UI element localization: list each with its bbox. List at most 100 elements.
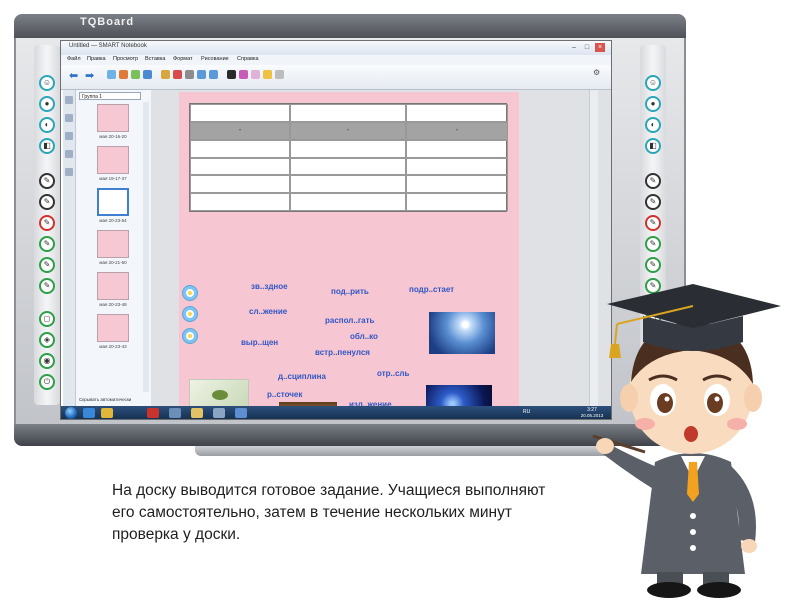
page-sorter-tab-icon[interactable]	[65, 96, 73, 104]
board-tool-icon[interactable]: ✎	[645, 173, 661, 189]
menu-help[interactable]: Справка	[237, 56, 259, 62]
pen-icon[interactable]: ✎	[39, 236, 55, 252]
pen-icon[interactable]: ✎	[645, 215, 661, 231]
word-item[interactable]: распол..гать	[325, 316, 374, 325]
board-tool-icon[interactable]: ◧	[39, 138, 55, 154]
paste-icon[interactable]	[161, 70, 170, 79]
page-thumbnail[interactable]	[97, 230, 129, 258]
table-cell[interactable]	[406, 157, 508, 176]
table-cell[interactable]	[406, 139, 508, 158]
screen-shade-icon[interactable]	[185, 70, 194, 79]
start-button-icon[interactable]	[65, 407, 77, 419]
word-item[interactable]: выр..щен	[241, 338, 278, 347]
pen-icon[interactable]: ✎	[39, 257, 55, 273]
table-header-cell[interactable]: •	[190, 121, 290, 140]
sorter-scrollbar[interactable]	[143, 102, 149, 392]
page-thumbnail-selected[interactable]	[97, 188, 129, 216]
board-tool-icon[interactable]: ◈	[39, 332, 55, 348]
delete-page-icon[interactable]	[119, 70, 128, 79]
board-tool-icon[interactable]: ✎	[39, 194, 55, 210]
page-thumbnail[interactable]	[97, 146, 129, 174]
word-item[interactable]: под..рить	[331, 287, 369, 296]
menu-view[interactable]: Просмотр	[113, 56, 138, 62]
pen-icon[interactable]: ✎	[39, 278, 55, 294]
eraser-icon[interactable]: ◻	[39, 311, 55, 327]
word-item[interactable]: сл..жение	[249, 307, 287, 316]
table-icon[interactable]	[197, 70, 206, 79]
close-button[interactable]: ×	[595, 43, 605, 52]
table-cell[interactable]	[406, 193, 508, 211]
pen-icon[interactable]: ✎	[645, 257, 661, 273]
attachments-tab-icon[interactable]	[65, 132, 73, 140]
text-icon[interactable]	[275, 70, 284, 79]
explorer-taskbar-icon[interactable]	[101, 408, 113, 418]
table-header-cell[interactable]: •	[406, 121, 508, 140]
answer-table[interactable]: • • •	[189, 103, 508, 212]
table-cell[interactable]	[290, 157, 406, 176]
board-tool-icon[interactable]: ✎	[39, 173, 55, 189]
board-tool-icon[interactable]: ◐	[645, 117, 661, 133]
table-cell[interactable]	[290, 104, 406, 122]
board-tool-icon[interactable]: ●	[39, 96, 55, 112]
addons-tab-icon[interactable]	[65, 168, 73, 176]
word-item[interactable]: встр..пенулся	[315, 348, 370, 357]
save-icon[interactable]	[143, 70, 152, 79]
board-tool-icon[interactable]: ☺	[645, 75, 661, 91]
board-tool-icon[interactable]: ◉	[39, 353, 55, 369]
board-tool-icon[interactable]: ☺	[39, 75, 55, 91]
table-cell[interactable]	[406, 175, 508, 194]
sky-clouds-image[interactable]	[429, 312, 495, 354]
word-item[interactable]: отр..сль	[377, 369, 409, 378]
pen-icon[interactable]: ✎	[39, 215, 55, 231]
table-cell[interactable]	[290, 175, 406, 194]
back-arrow-icon[interactable]: ⬅	[69, 69, 78, 82]
word-item[interactable]: зв..здное	[251, 282, 288, 291]
word-item[interactable]: д..сциплина	[278, 372, 326, 381]
flower-bullet-icon[interactable]	[183, 286, 197, 300]
minimize-button[interactable]: –	[569, 43, 579, 52]
browser-taskbar-icon[interactable]	[83, 408, 95, 418]
notebook-taskbar-icon[interactable]	[191, 408, 203, 418]
opera-taskbar-icon[interactable]	[147, 408, 159, 418]
table-cell[interactable]	[190, 175, 290, 194]
app-taskbar-icon[interactable]	[169, 408, 181, 418]
auto-hide-checkbox[interactable]: Скрывать автоматически	[79, 397, 131, 402]
page-thumbnail[interactable]	[97, 314, 129, 342]
page-thumbnail[interactable]	[97, 272, 129, 300]
pen-icon[interactable]: ✎	[645, 236, 661, 252]
forward-arrow-icon[interactable]: ➡	[85, 69, 94, 82]
language-indicator[interactable]: RU	[523, 409, 530, 415]
board-tool-icon[interactable]: ●	[645, 96, 661, 112]
word-item[interactable]: подр..стает	[409, 285, 454, 294]
board-tool-icon[interactable]: ✎	[645, 194, 661, 210]
table-cell[interactable]	[190, 139, 290, 158]
menu-file[interactable]: Файл	[67, 56, 81, 62]
table-cell[interactable]	[406, 104, 508, 122]
table-cell[interactable]	[190, 157, 290, 176]
app-taskbar-icon[interactable]	[213, 408, 225, 418]
flower-bullet-icon[interactable]	[183, 307, 197, 321]
board-tool-icon[interactable]: ◧	[645, 138, 661, 154]
open-file-icon[interactable]	[131, 70, 140, 79]
page-thumbnail[interactable]	[97, 104, 129, 132]
table-cell[interactable]	[290, 139, 406, 158]
menu-draw[interactable]: Рисование	[201, 56, 229, 62]
select-pointer-icon[interactable]	[227, 70, 236, 79]
table-cell[interactable]	[290, 193, 406, 211]
menu-edit[interactable]: Правка	[87, 56, 106, 62]
word-item[interactable]: обл..ко	[350, 332, 378, 341]
pen-icon[interactable]	[239, 70, 248, 79]
board-tool-icon[interactable]: ⏻	[39, 374, 55, 390]
maximize-button[interactable]: □	[582, 43, 592, 52]
group-select[interactable]: Группа 1	[79, 92, 141, 100]
properties-tab-icon[interactable]	[65, 150, 73, 158]
menu-insert[interactable]: Вставка	[145, 56, 165, 62]
flower-bullet-icon[interactable]	[183, 329, 197, 343]
gear-icon[interactable]: ⚙	[593, 68, 600, 77]
table-cell[interactable]	[190, 193, 290, 211]
eraser-icon[interactable]	[251, 70, 260, 79]
app-taskbar-icon[interactable]	[235, 408, 247, 418]
add-page-icon[interactable]	[107, 70, 116, 79]
display-icon[interactable]	[209, 70, 218, 79]
word-item[interactable]: р..сточек	[267, 390, 302, 399]
